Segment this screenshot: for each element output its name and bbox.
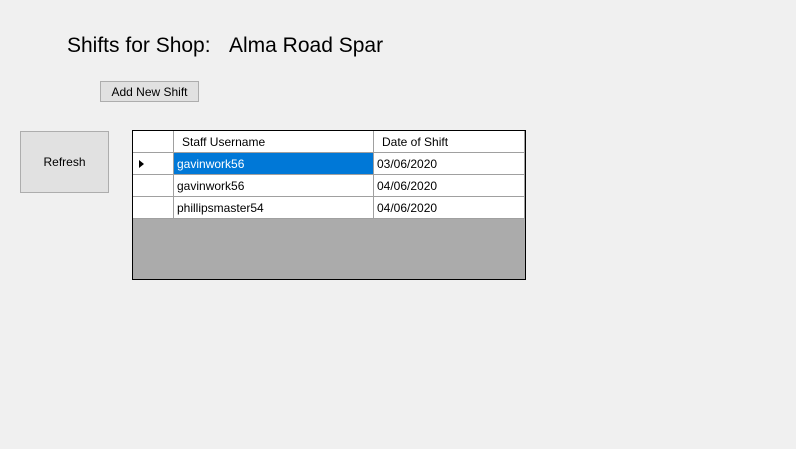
refresh-button[interactable]: Refresh	[20, 131, 109, 193]
triangle-right-icon	[139, 159, 144, 168]
cell-staff-username[interactable]: gavinwork56	[174, 153, 374, 175]
shop-name: Alma Road Spar	[229, 34, 384, 57]
row-header[interactable]	[133, 175, 174, 197]
table-row[interactable]: gavinwork56 04/06/2020	[133, 175, 525, 197]
grid-corner-cell[interactable]	[133, 131, 174, 153]
row-header[interactable]	[133, 153, 174, 175]
row-header[interactable]	[133, 197, 174, 219]
cell-staff-username[interactable]: gavinwork56	[174, 175, 374, 197]
grid-header-row: Staff Username Date of Shift	[133, 131, 525, 153]
cell-date-of-shift[interactable]: 04/06/2020	[374, 175, 525, 197]
column-header-date-of-shift[interactable]: Date of Shift	[374, 131, 525, 153]
page-title-label: Shifts for Shop:	[67, 34, 211, 57]
cell-date-of-shift[interactable]: 04/06/2020	[374, 197, 525, 219]
table-row[interactable]: phillipsmaster54 04/06/2020	[133, 197, 525, 219]
cell-date-of-shift[interactable]: 03/06/2020	[374, 153, 525, 175]
add-new-shift-button[interactable]: Add New Shift	[100, 81, 199, 102]
shifts-grid[interactable]: Staff Username Date of Shift gavinwork56…	[132, 130, 526, 280]
cell-staff-username[interactable]: phillipsmaster54	[174, 197, 374, 219]
table-row[interactable]: gavinwork56 03/06/2020	[133, 153, 525, 175]
column-header-staff-username[interactable]: Staff Username	[174, 131, 374, 153]
